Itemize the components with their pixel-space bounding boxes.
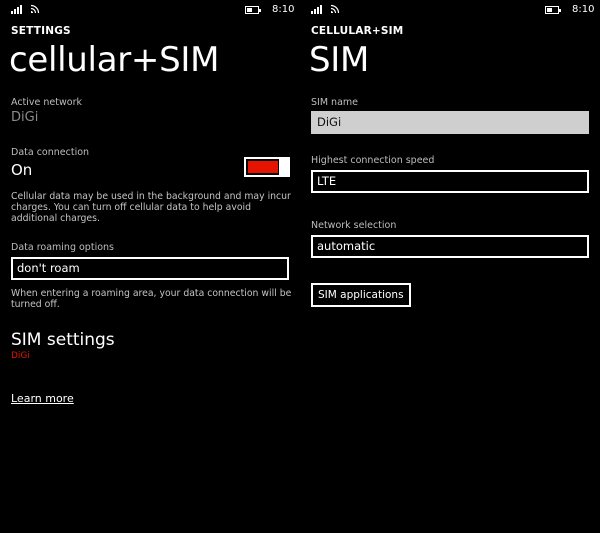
speed-label: Highest connection speed [311, 155, 435, 166]
active-network-label: Active network [11, 97, 82, 108]
battery-icon [545, 6, 561, 14]
clock: 8:10 [272, 4, 295, 15]
battery-icon [245, 6, 261, 14]
active-network-value: DiGi [11, 110, 39, 125]
toggle-thumb[interactable] [279, 157, 289, 177]
sim-name-label: SIM name [311, 97, 358, 108]
network-selection-label: Network selection [311, 220, 397, 231]
status-bar: 8:10 [0, 4, 300, 16]
signal-strength-icon [11, 5, 27, 14]
signal-strength-icon [311, 5, 327, 14]
wifi-icon [330, 4, 340, 14]
wifi-icon [30, 4, 40, 14]
page-title: SIM [309, 40, 370, 80]
roaming-label: Data roaming options [11, 242, 114, 253]
sim-name-input[interactable]: DiGi [311, 111, 589, 134]
data-connection-label: Data connection [11, 147, 90, 158]
connection-speed-select[interactable]: LTE [311, 170, 589, 193]
app-title: SETTINGS [11, 25, 71, 37]
roaming-select[interactable]: don't roam [11, 257, 289, 280]
sim-settings-title[interactable]: SIM settings [11, 330, 115, 350]
sim-settings-subtitle: DiGi [11, 351, 30, 361]
cellular-sim-screen: 8:10 SETTINGS cellular+SIM Active networ… [0, 0, 300, 533]
sim-screen: 8:10 CELLULAR+SIM SIM SIM name DiGi High… [300, 0, 600, 533]
page-title: cellular+SIM [9, 40, 220, 80]
roaming-description: When entering a roaming area, your data … [11, 288, 292, 310]
app-title: CELLULAR+SIM [311, 25, 404, 37]
network-selection-select[interactable]: automatic [311, 235, 589, 258]
clock: 8:10 [572, 4, 595, 15]
data-connection-value: On [11, 161, 33, 179]
data-connection-toggle[interactable] [244, 157, 290, 177]
data-connection-description: Cellular data may be used in the backgro… [11, 191, 291, 224]
learn-more-link[interactable]: Learn more [11, 392, 74, 405]
sim-applications-button[interactable]: SIM applications [311, 283, 411, 307]
status-bar: 8:10 [300, 4, 600, 16]
toggle-track [248, 161, 278, 173]
